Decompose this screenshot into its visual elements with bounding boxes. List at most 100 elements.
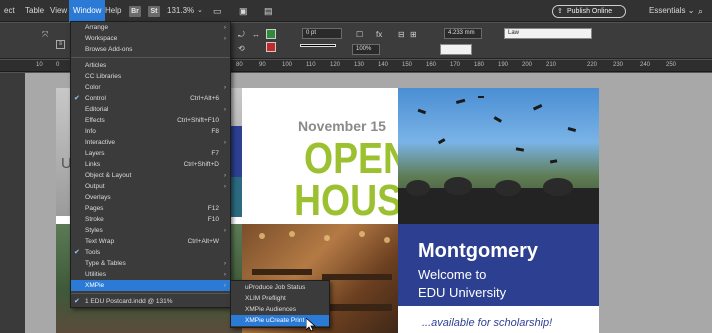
menu-item-shortcut: Ctrl+Shift+D: [183, 161, 219, 168]
menu-item-shortcut: Ctrl+Alt+6: [190, 95, 219, 102]
view-options-icon[interactable]: ▭: [209, 0, 226, 22]
menu-item-styles[interactable]: Styles ›: [71, 225, 230, 236]
ruler-tick: 10: [36, 62, 43, 68]
menu-item-articles[interactable]: Articles: [71, 60, 230, 71]
menu-item-editorial[interactable]: Editorial ›: [71, 104, 230, 115]
menu-item-stroke[interactable]: Stroke F10: [71, 214, 230, 225]
ruler-tick: 240: [640, 62, 651, 68]
xmpie-item-xmpie-audiences[interactable]: XMPie Audiences: [231, 304, 329, 315]
menu-item-1-edu-postcard-indd-131[interactable]: ✔ 1 EDU Postcard.indd @ 131%: [71, 296, 230, 307]
menu-item-tools[interactable]: ✔ Tools: [71, 247, 230, 258]
submenu-arrow-icon: ›: [223, 139, 226, 146]
fill-swatch[interactable]: [266, 29, 276, 39]
submenu-arrow-icon: ›: [223, 24, 226, 31]
menu-item-pages[interactable]: Pages F12: [71, 203, 230, 214]
object-style-field[interactable]: Law: [504, 28, 592, 39]
menu-item-cc-libraries[interactable]: CC Libraries: [71, 71, 230, 82]
montgomery-panel: Montgomery Welcome to EDU University: [398, 224, 599, 306]
menu-item-text-wrap[interactable]: Text Wrap Ctrl+Alt+W: [71, 236, 230, 247]
paragraph-style-field[interactable]: [440, 44, 472, 55]
checkmark-icon: ✔: [74, 95, 80, 102]
frame-fitting-icon[interactable]: ☐: [356, 30, 363, 40]
align-center-icon[interactable]: ⊞: [410, 30, 417, 40]
arrange-documents-icon[interactable]: ▤: [260, 0, 277, 22]
checkmark-icon: ✔: [74, 298, 80, 305]
ruler-tick: 250: [666, 62, 677, 68]
menu-item-label: XLIM Preflight: [245, 295, 286, 302]
menu-item-effects[interactable]: Effects Ctrl+Shift+F10: [71, 115, 230, 126]
menu-item-type-tables[interactable]: Type & Tables ›: [71, 258, 230, 269]
ruler-tick: 120: [330, 62, 341, 68]
width-field[interactable]: 4.233 mm: [444, 28, 482, 39]
menu-help[interactable]: Help: [101, 0, 125, 22]
publish-online-button[interactable]: ⇪ Publish Online: [552, 5, 626, 18]
menu-item-browse-add-ons[interactable]: Browse Add-ons: [71, 44, 230, 55]
opacity-field[interactable]: 100%: [352, 44, 380, 55]
menu-table[interactable]: Table: [21, 0, 48, 22]
menu-ect[interactable]: ect: [0, 0, 19, 22]
menu-item-xmpie[interactable]: XMPie ›: [71, 280, 230, 291]
menu-item-overlays[interactable]: Overlays: [71, 192, 230, 203]
menu-item-label: XMPie Audiences: [245, 306, 296, 313]
ruler-tick: 180: [474, 62, 485, 68]
publish-icon: ⇪: [557, 8, 563, 15]
menu-item-color[interactable]: Color ›: [71, 82, 230, 93]
menu-item-label: Stroke: [85, 216, 104, 223]
date-line: November 15: [298, 118, 386, 134]
chevron-down-icon[interactable]: ⌄: [193, 0, 207, 22]
menu-item-object-layout[interactable]: Object & Layout ›: [71, 170, 230, 181]
submenu-arrow-icon: ›: [223, 183, 226, 190]
menu-item-layers[interactable]: Layers F7: [71, 148, 230, 159]
menu-item-control[interactable]: ✔ Control Ctrl+Alt+6: [71, 93, 230, 104]
xmpie-item-xlim-preflight[interactable]: XLIM Preflight: [231, 293, 329, 304]
bottom-text-area: ...available for scholarship!: [398, 306, 599, 333]
scholarship-text: ...available for scholarship!: [422, 317, 553, 329]
menu-view[interactable]: View: [46, 0, 71, 22]
xmpie-item-uproduce-job-status[interactable]: uProduce Job Status: [231, 282, 329, 293]
menu-item-label: Control: [85, 95, 106, 102]
menu-item-label: Styles: [85, 227, 103, 234]
ruler-tick: 110: [306, 62, 316, 68]
school-name: Montgomery: [418, 240, 538, 262]
menu-item-interactive[interactable]: Interactive ›: [71, 137, 230, 148]
align-left-icon[interactable]: ⊟: [398, 30, 405, 40]
rotate-icon[interactable]: ⤾: [238, 30, 245, 40]
menu-item-workspace[interactable]: Workspace ›: [71, 33, 230, 44]
submenu-arrow-icon: ›: [223, 282, 226, 289]
bridge-badge[interactable]: Br: [129, 6, 141, 17]
scale-icon[interactable]: ↔: [252, 30, 260, 40]
tools-panel[interactable]: [0, 73, 25, 333]
submenu-arrow-icon: ›: [223, 84, 226, 91]
ruler-tick: 210: [546, 62, 557, 68]
workspace-switcher[interactable]: Essentials ⌄: [645, 0, 698, 22]
menu-item-links[interactable]: Links Ctrl+Shift+D: [71, 159, 230, 170]
submenu-arrow-icon: ›: [223, 106, 226, 113]
menu-item-label: 1 EDU Postcard.indd @ 131%: [85, 298, 173, 305]
ruler-tick: 0: [56, 62, 60, 68]
stock-badge[interactable]: St: [148, 6, 160, 17]
menu-item-label: Type & Tables: [85, 260, 126, 267]
menu-item-arrange[interactable]: Arrange ›: [71, 22, 230, 33]
menu-item-utilities[interactable]: Utilities ›: [71, 269, 230, 280]
menu-window[interactable]: Window: [69, 0, 106, 22]
stroke-swatch[interactable]: [266, 42, 276, 52]
menu-bar: ect Table View Window Help Br St 131.3% …: [0, 0, 712, 22]
shear-icon[interactable]: ⟲: [238, 44, 245, 54]
menu-item-label: uProduce Job Status: [245, 284, 306, 291]
menu-item-label: CC Libraries: [85, 73, 122, 80]
frame-icon[interactable]: ≡: [56, 40, 65, 49]
menu-item-output[interactable]: Output ›: [71, 181, 230, 192]
search-icon[interactable]: ⌕: [694, 0, 707, 22]
ruler-tick: 90: [259, 62, 266, 68]
ruler-tick: 130: [354, 62, 365, 68]
indesign-window: ect Table View Window Help Br St 131.3% …: [0, 0, 712, 333]
menu-item-info[interactable]: Info F8: [71, 126, 230, 137]
menu-item-label: Editorial: [85, 106, 109, 113]
transform-icon[interactable]: ⤧: [42, 30, 48, 40]
ruler-tick: 220: [587, 62, 598, 68]
fx-icon[interactable]: fx: [376, 30, 382, 40]
screen-mode-icon[interactable]: ▣: [235, 0, 252, 22]
stroke-weight-field[interactable]: 0 pt: [302, 28, 342, 39]
stroke-type-field[interactable]: [300, 44, 336, 47]
menu-item-label: Pages: [85, 205, 104, 212]
